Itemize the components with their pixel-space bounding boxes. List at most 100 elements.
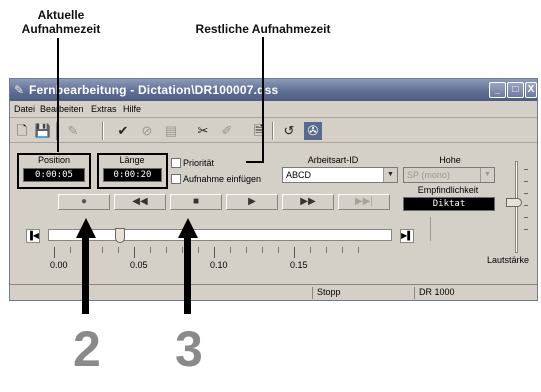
play-button[interactable]: ▶ xyxy=(226,194,278,210)
cut-icon[interactable]: ✂ xyxy=(194,122,212,140)
toolbar: 🗋 💾 ✎ ✔ ⊘ ▤ ✂ ✐ 🗎 ↺ ✇ xyxy=(10,119,537,143)
ruler-minor-tick xyxy=(70,247,71,253)
menu-extras[interactable]: Extras xyxy=(91,104,117,114)
arrow-up-icon xyxy=(76,218,96,238)
ruler-minor-tick xyxy=(198,247,199,253)
ruler-label: 0.10 xyxy=(210,260,228,270)
fast-forward-button[interactable]: ▶▶ xyxy=(282,194,334,210)
record-button[interactable]: ● xyxy=(58,194,110,210)
lautstaerke-thumb[interactable] xyxy=(506,198,522,208)
menu-datei[interactable]: Datei xyxy=(14,104,35,114)
stop-icon: ■ xyxy=(192,196,200,207)
circle-check-icon[interactable]: ⊘ xyxy=(138,122,156,140)
ruler-minor-tick xyxy=(326,247,327,253)
arrow-up-icon xyxy=(178,218,198,238)
skip-end-button[interactable]: ▶▶| xyxy=(338,194,390,210)
ruler-minor-tick xyxy=(182,247,183,253)
chevron-down-icon: ▼ xyxy=(383,168,397,182)
menu-bar: Datei Bearbeiten Extras Hilfe xyxy=(10,101,537,118)
undo-icon[interactable]: ↺ xyxy=(280,122,298,140)
status-cell-state: Stopp xyxy=(312,287,414,299)
book-icon[interactable]: ▤ xyxy=(162,122,180,140)
settings-icon[interactable]: ✇ xyxy=(304,122,322,140)
volume-tick xyxy=(524,229,528,230)
callout-aktuelle-leader xyxy=(57,38,59,152)
ruler-label: 0.00 xyxy=(50,260,68,270)
ruler-minor-tick xyxy=(230,247,231,253)
aufnahme-einfuegen-label: Aufnahme einfügen xyxy=(183,174,262,184)
arbeitsart-select[interactable]: ABCD ▼ xyxy=(282,167,398,183)
status-bar: Stopp DR 1000 xyxy=(10,284,537,300)
position-label: Position xyxy=(37,155,71,165)
record-icon: ● xyxy=(80,196,88,207)
lautstaerke-label: Lautstärke xyxy=(486,255,530,265)
stop-button[interactable]: ■ xyxy=(170,194,222,210)
jump-end-button[interactable]: ▶▌ xyxy=(400,229,414,243)
callout-aktuelle-aufnahmezeit: Aktuelle Aufnahmezeit xyxy=(21,8,101,36)
skip-end-icon: ▶▶| xyxy=(355,196,373,207)
ruler-minor-tick xyxy=(150,247,151,253)
close-button[interactable]: X xyxy=(525,82,537,98)
chevron-down-icon: ▼ xyxy=(480,168,494,182)
save-icon[interactable]: 💾 xyxy=(34,122,52,140)
volume-tick xyxy=(524,205,528,206)
position-slider-track[interactable] xyxy=(48,229,392,241)
volume-tick xyxy=(524,181,528,182)
position-display: 0:00:05 xyxy=(23,168,85,182)
ruler-major-tick xyxy=(294,247,295,258)
maximize-button[interactable]: □ xyxy=(507,82,524,98)
status-cell-main xyxy=(12,287,312,299)
aufnahme-einfuegen-checkbox[interactable] xyxy=(171,174,181,184)
ruler-major-tick xyxy=(54,247,55,258)
ruler-minor-tick xyxy=(118,247,119,253)
ruler-minor-tick xyxy=(246,247,247,253)
rewind-icon: ◀◀ xyxy=(132,196,148,207)
check-icon[interactable]: ✔ xyxy=(114,122,132,140)
edit-icon[interactable]: ✐ xyxy=(218,122,236,140)
rewind-button[interactable]: ◀◀ xyxy=(114,194,166,210)
arrow-shaft xyxy=(82,236,89,314)
play-icon: ▶ xyxy=(248,196,256,207)
ruler-minor-tick xyxy=(342,247,343,253)
ruler-major-tick xyxy=(214,247,215,258)
fast-forward-icon: ▶▶ xyxy=(300,196,316,207)
step-number-2: 2 xyxy=(73,321,101,377)
callout-restliche-leader xyxy=(262,37,264,163)
hohe-value: SP (mono) xyxy=(407,170,450,180)
arrow-shaft xyxy=(184,236,191,314)
ruler-label: 0.05 xyxy=(130,260,148,270)
window-title: Fernbearbeitung - Dictation\DR100007.dss xyxy=(29,83,279,97)
ruler-minor-tick xyxy=(166,247,167,253)
status-cell-device: DR 1000 xyxy=(414,287,535,299)
step-number-3: 3 xyxy=(175,321,203,377)
document-icon[interactable]: 🗎 xyxy=(250,122,268,140)
prioritaet-label: Priorität xyxy=(183,158,215,168)
empfindlichkeit-label: Empfindlichkeit xyxy=(417,185,479,195)
new-file-icon[interactable]: 🗋 xyxy=(13,122,31,140)
pen-icon: ✎ xyxy=(14,83,25,97)
arbeitsart-value: ABCD xyxy=(286,170,312,180)
ruler-minor-tick xyxy=(310,247,311,253)
ruler-label: 0.15 xyxy=(290,260,308,270)
dictate-icon[interactable]: ✎ xyxy=(64,122,82,140)
hohe-label: Hohe xyxy=(439,155,461,165)
title-bar[interactable]: ✎ Fernbearbeitung - Dictation\DR100007.d… xyxy=(10,79,537,101)
empfindlichkeit-display[interactable]: Diktat xyxy=(403,197,495,211)
volume-tick xyxy=(524,193,528,194)
volume-tick xyxy=(524,217,528,218)
menu-bearbeiten[interactable]: Bearbeiten xyxy=(40,104,84,114)
laenge-display: 0:00:20 xyxy=(103,168,162,182)
hohe-select[interactable]: SP (mono) ▼ xyxy=(403,167,495,183)
ruler-minor-tick xyxy=(102,247,103,253)
toolbar-separator xyxy=(272,122,274,140)
callout-restliche-leader-h xyxy=(246,161,264,163)
position-slider-thumb[interactable] xyxy=(114,228,125,243)
jump-start-button[interactable]: ▐◀ xyxy=(26,229,40,243)
laenge-label: Länge xyxy=(119,155,145,165)
prioritaet-checkbox[interactable] xyxy=(171,158,181,168)
arbeitsart-label: Arbeitsart-ID xyxy=(307,155,359,165)
menu-hilfe[interactable]: Hilfe xyxy=(123,104,141,114)
minimize-button[interactable]: _ xyxy=(489,82,506,98)
ruler-minor-tick xyxy=(262,247,263,253)
volume-tick xyxy=(524,169,528,170)
